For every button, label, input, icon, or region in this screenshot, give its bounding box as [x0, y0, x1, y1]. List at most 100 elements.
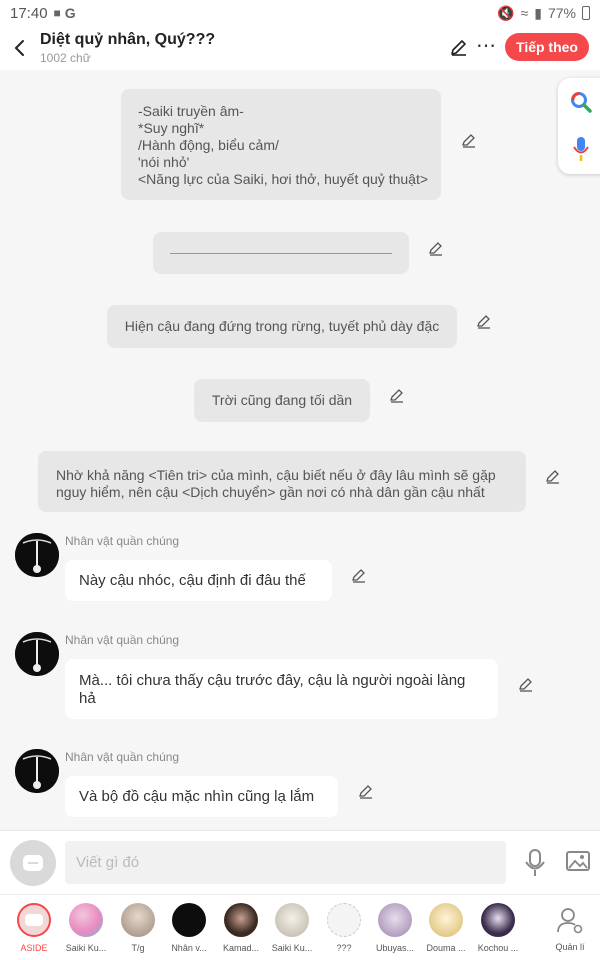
character-label: T/g — [131, 943, 145, 953]
google-g-icon: G — [64, 5, 76, 21]
narration-line: /Hành động, biểu cảm/ — [138, 137, 279, 153]
narration-text: Trời cũng đang tối dần — [211, 392, 353, 408]
pencil-icon[interactable] — [351, 567, 367, 583]
character-avatar-icon — [15, 533, 59, 577]
character-item[interactable]: Douma ... — [422, 903, 470, 953]
mute-icon: 🔇 — [497, 4, 515, 21]
speaker-name: Nhân vật quần chúng — [65, 750, 180, 764]
google-search-icon[interactable] — [569, 90, 593, 114]
character-item[interactable]: Saiki Ku... — [62, 903, 110, 953]
manage-button[interactable]: Quản lí — [546, 903, 594, 952]
narration-line: -Saiki truyền âm- — [138, 103, 244, 119]
avatar — [275, 903, 309, 937]
message-text: Này cậu nhóc, cậu định đi đâu thế — [79, 571, 306, 589]
avatar[interactable] — [15, 749, 59, 793]
image-icon[interactable] — [566, 851, 590, 871]
battery-text: 77% — [547, 5, 576, 21]
title-group: Diệt quỷ nhân, Quý??? 1002 chữ — [40, 30, 215, 66]
bag-icon: ■ — [53, 6, 61, 20]
page-title: Diệt quỷ nhân, Quý??? — [40, 31, 216, 48]
narration-line: <Năng lực của Saiki, hơi thở, huyết quỷ … — [138, 171, 429, 187]
narration-block[interactable]: Hiện cậu đang đứng trong rừng, tuyết phủ… — [107, 305, 457, 348]
message-line: Mà... tôi chưa thấy cậu trước đây, cậu l… — [79, 672, 466, 689]
character-label: ASIDE — [20, 943, 48, 953]
avatar — [172, 903, 206, 937]
character-item[interactable]: Kamad... — [217, 903, 265, 953]
avatar[interactable] — [15, 632, 59, 676]
pencil-icon[interactable] — [545, 468, 561, 484]
pencil-icon[interactable] — [389, 387, 405, 403]
pencil-icon[interactable] — [518, 676, 534, 692]
character-item-aside[interactable]: ASIDE — [10, 903, 58, 953]
back-icon — [14, 40, 24, 56]
more-icon[interactable]: ⋯ — [476, 33, 497, 58]
pencil-icon[interactable] — [476, 313, 492, 329]
message-input-bar — [0, 830, 600, 894]
character-label: Kamad... — [222, 943, 260, 953]
aside-toggle-button[interactable] — [10, 840, 56, 886]
pencil-icon[interactable] — [461, 132, 477, 148]
character-label: Saiki Ku... — [271, 943, 313, 953]
narration-block[interactable]: -Saiki truyền âm- *Suy nghĩ* /Hành động,… — [121, 89, 441, 200]
character-label: Nhân v... — [171, 943, 207, 953]
avatar — [378, 903, 412, 937]
character-label: Ubuyas... — [375, 943, 415, 953]
character-item[interactable]: Kochou ... — [474, 903, 522, 953]
avatar[interactable] — [15, 533, 59, 577]
character-avatar-icon — [15, 749, 59, 793]
narration-line: Nhờ khả năng <Tiên tri> của mình, cậu bi… — [56, 467, 496, 483]
story-content: -Saiki truyền âm- *Suy nghĩ* /Hành động,… — [0, 70, 600, 830]
speaker-name: Nhân vật quần chúng — [65, 534, 180, 548]
google-assistant-widget — [558, 78, 600, 174]
character-item[interactable]: Saiki Ku... — [268, 903, 316, 953]
avatar — [327, 903, 361, 937]
google-mic-icon[interactable] — [573, 136, 589, 162]
character-label: Saiki Ku... — [65, 943, 107, 953]
character-avatar-icon — [15, 632, 59, 676]
character-item[interactable]: T/g — [114, 903, 162, 953]
speaker-name: Nhân vật quần chúng — [65, 633, 180, 647]
avatar — [481, 903, 515, 937]
status-right: 🔇 ≈ ▮ 77% — [497, 5, 590, 22]
message-text: Và bộ đồ cậu mặc nhìn cũng lạ lắm — [79, 787, 315, 805]
chat-icon — [23, 855, 43, 871]
message-line: hả — [79, 690, 96, 707]
divider-line — [170, 252, 392, 254]
pencil-icon[interactable] — [358, 783, 374, 799]
avatar — [121, 903, 155, 937]
pencil-icon[interactable] — [428, 240, 444, 256]
avatar — [17, 903, 51, 937]
character-item[interactable]: ??? — [320, 903, 368, 953]
narration-block[interactable] — [153, 232, 409, 274]
message-bubble[interactable]: Mà... tôi chưa thấy cậu trước đây, cậu l… — [65, 659, 498, 719]
status-time: 17:40 — [10, 4, 48, 22]
back-button[interactable] — [2, 26, 36, 70]
character-label: ??? — [336, 943, 352, 953]
character-selector-bar: ASIDE Saiki Ku... T/g Nhân v... Kamad...… — [0, 894, 600, 960]
message-bubble[interactable]: Này cậu nhóc, cậu định đi đâu thế — [65, 560, 332, 601]
chat-icon — [25, 914, 43, 926]
narration-text: Hiện cậu đang đứng trong rừng, tuyết phủ… — [124, 318, 440, 334]
narration-block[interactable]: Nhờ khả năng <Tiên tri> của mình, cậu bi… — [38, 451, 526, 512]
next-button[interactable]: Tiếp theo — [505, 33, 589, 61]
character-label: Kochou ... — [477, 943, 519, 953]
message-bubble[interactable]: Và bộ đồ cậu mặc nhìn cũng lạ lắm — [65, 776, 338, 817]
message-input[interactable] — [65, 841, 506, 884]
character-label: Quản lí — [555, 942, 585, 952]
narration-block[interactable]: Trời cũng đang tối dần — [194, 379, 370, 422]
story-header: Diệt quỷ nhân, Quý??? 1002 chữ ⋯ Tiếp th… — [0, 26, 600, 70]
character-label: Douma ... — [426, 943, 466, 953]
wifi-icon: ≈ — [520, 5, 529, 21]
pencil-icon[interactable] — [449, 37, 469, 57]
battery-icon — [582, 6, 590, 20]
character-item[interactable]: Nhân v... — [165, 903, 213, 953]
narration-line: 'nói nhỏ' — [138, 154, 190, 170]
signal-icon: ▮ — [534, 4, 542, 21]
status-bar: 17:40 ■ G 🔇 ≈ ▮ 77% — [0, 0, 600, 26]
avatar — [69, 903, 103, 937]
character-item[interactable]: Ubuyas... — [371, 903, 419, 953]
narration-line: nguy hiểm, nên cậu <Dịch chuyển> gần nơi… — [56, 484, 485, 500]
mic-icon[interactable] — [525, 849, 545, 877]
narration-line: *Suy nghĩ* — [138, 120, 205, 136]
avatar — [224, 903, 258, 937]
